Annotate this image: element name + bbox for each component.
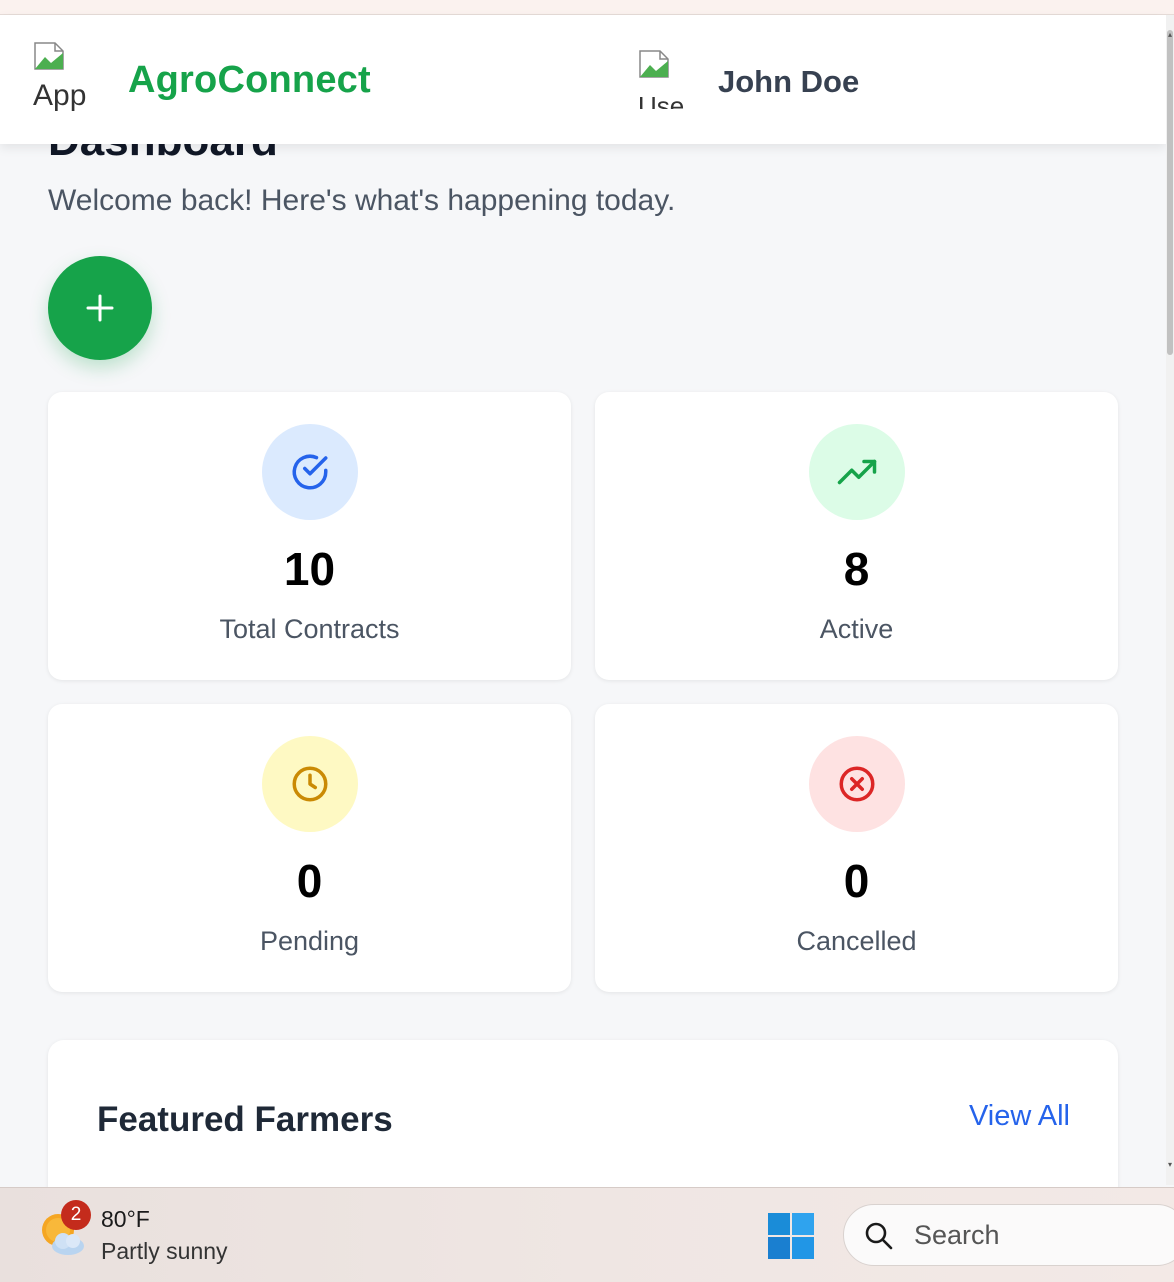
- taskbar: 2 80°F Partly sunny: [0, 1187, 1174, 1282]
- page-subtitle: Welcome back! Here's what's happening to…: [48, 184, 676, 217]
- avatar[interactable]: Use: [638, 49, 694, 109]
- trending-up-icon: [837, 459, 877, 485]
- stat-label: Total Contracts: [219, 614, 400, 644]
- featured-farmers-title: Featured Farmers: [97, 1100, 393, 1139]
- stat-value: 10: [283, 543, 336, 595]
- clock-icon: [292, 766, 328, 802]
- weather-notification-badge: 2: [61, 1200, 91, 1230]
- stat-value: 0: [843, 855, 870, 907]
- stat-label: Active: [819, 614, 894, 644]
- add-contract-button[interactable]: [48, 256, 152, 360]
- search-icon: [865, 1222, 893, 1250]
- x-circle-icon: [839, 766, 875, 802]
- avatar-alt-text: Use: [638, 91, 685, 109]
- stat-card-total-contracts[interactable]: 10 Total Contracts: [48, 392, 571, 680]
- stat-icon-background: [809, 736, 905, 832]
- view-all-link[interactable]: View All: [969, 1100, 1070, 1133]
- broken-image-icon: [639, 50, 669, 78]
- stat-icon-background: [262, 736, 358, 832]
- weather-condition[interactable]: Partly sunny: [101, 1238, 228, 1265]
- taskbar-search-input[interactable]: [914, 1215, 1164, 1255]
- scrollbar-thumb[interactable]: [1167, 30, 1173, 355]
- windows-start-icon[interactable]: [767, 1212, 815, 1260]
- taskbar-search-box[interactable]: [843, 1204, 1174, 1266]
- app-logo-alt-text: App: [33, 79, 87, 112]
- scroll-up-icon[interactable]: ▴: [1166, 30, 1174, 40]
- featured-farmers-section: Featured Farmers View All: [48, 1040, 1118, 1210]
- stat-icon-background: [262, 424, 358, 520]
- broken-image-icon: [34, 42, 64, 70]
- app-logo-image: App: [33, 41, 97, 117]
- stat-value: 8: [843, 543, 870, 595]
- brand-name[interactable]: AgroConnect: [128, 59, 371, 102]
- stat-card-active[interactable]: 8 Active: [595, 392, 1118, 680]
- check-circle-icon: [292, 454, 328, 490]
- app-header: App AgroConnect Use John Doe: [0, 15, 1166, 144]
- weather-temperature[interactable]: 80°F: [101, 1206, 150, 1233]
- stat-value: 0: [296, 855, 323, 907]
- stat-icon-background: [809, 424, 905, 520]
- stat-label: Cancelled: [796, 926, 917, 956]
- stat-card-cancelled[interactable]: 0 Cancelled: [595, 704, 1118, 992]
- user-name[interactable]: John Doe: [718, 64, 859, 100]
- stat-card-pending[interactable]: 0 Pending: [48, 704, 571, 992]
- scroll-down-icon[interactable]: ▾: [1166, 1160, 1174, 1170]
- stat-label: Pending: [259, 926, 360, 956]
- plus-icon: [86, 294, 114, 322]
- browser-top-strip: [0, 0, 1174, 15]
